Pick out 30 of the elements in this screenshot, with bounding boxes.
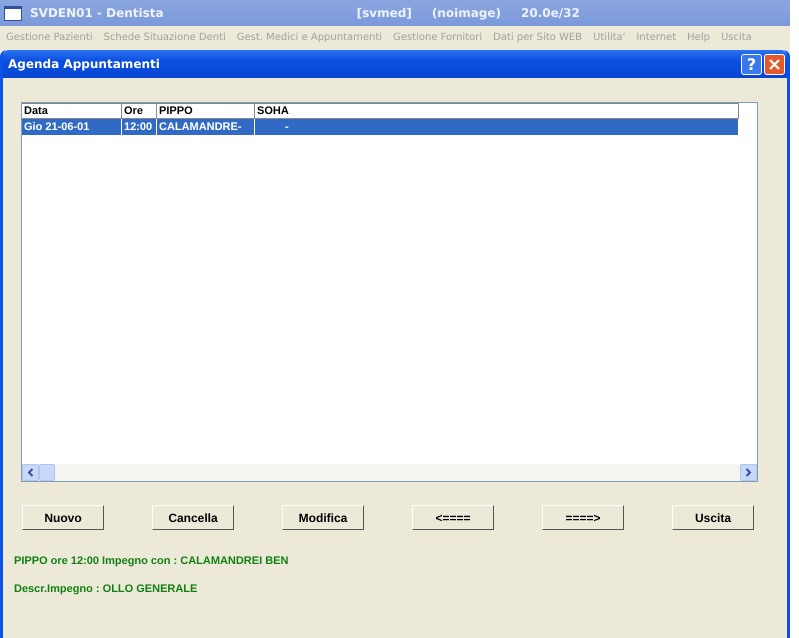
table-cell: Gio 21-06-01 — [22, 119, 122, 135]
action-button[interactable]: Nuovo — [22, 505, 104, 530]
column-header[interactable]: SOHA — [255, 103, 739, 119]
app-title: SVDEN01 - Dentista — [30, 6, 164, 20]
appointment-detail: PIPPO ore 12:00 Impegno con : CALAMANDREI BEN — [14, 555, 290, 567]
column-header[interactable]: PIPPO — [157, 103, 255, 119]
action-button[interactable]: Uscita — [672, 505, 754, 530]
column-header[interactable]: Data — [22, 103, 122, 119]
column-header[interactable]: Ore — [122, 103, 157, 119]
close-button[interactable] — [764, 54, 785, 74]
window-icon — [4, 6, 22, 20]
scroll-left-button[interactable] — [22, 464, 39, 481]
table-cell: CALAMANDRE- — [157, 119, 255, 135]
table-cell: 12:00 — [122, 119, 157, 135]
scroll-right-button[interactable] — [740, 464, 757, 481]
action-button[interactable]: Modifica — [282, 505, 364, 530]
action-button[interactable]: Cancella — [152, 505, 234, 530]
help-button[interactable]: ? — [741, 54, 762, 74]
title-info: 20.0e/32 — [521, 6, 580, 20]
close-icon — [768, 58, 781, 70]
title-info: (noimage) — [432, 6, 502, 20]
action-button[interactable]: <==== — [412, 505, 494, 530]
horizontal-scrollbar[interactable] — [22, 464, 757, 481]
scroll-thumb[interactable] — [39, 464, 55, 481]
table-cell: - — [255, 119, 739, 135]
dialog-title: Agenda Appuntamenti — [8, 57, 161, 71]
appointment-detail: Descr.Impegno : OLLO GENERALE — [14, 583, 198, 595]
action-button[interactable]: ====> — [542, 505, 624, 530]
table-row[interactable]: Gio 21-06-01 12:00 CALAMANDRE- - — [22, 119, 739, 135]
title-info: [svmed] — [356, 6, 412, 20]
